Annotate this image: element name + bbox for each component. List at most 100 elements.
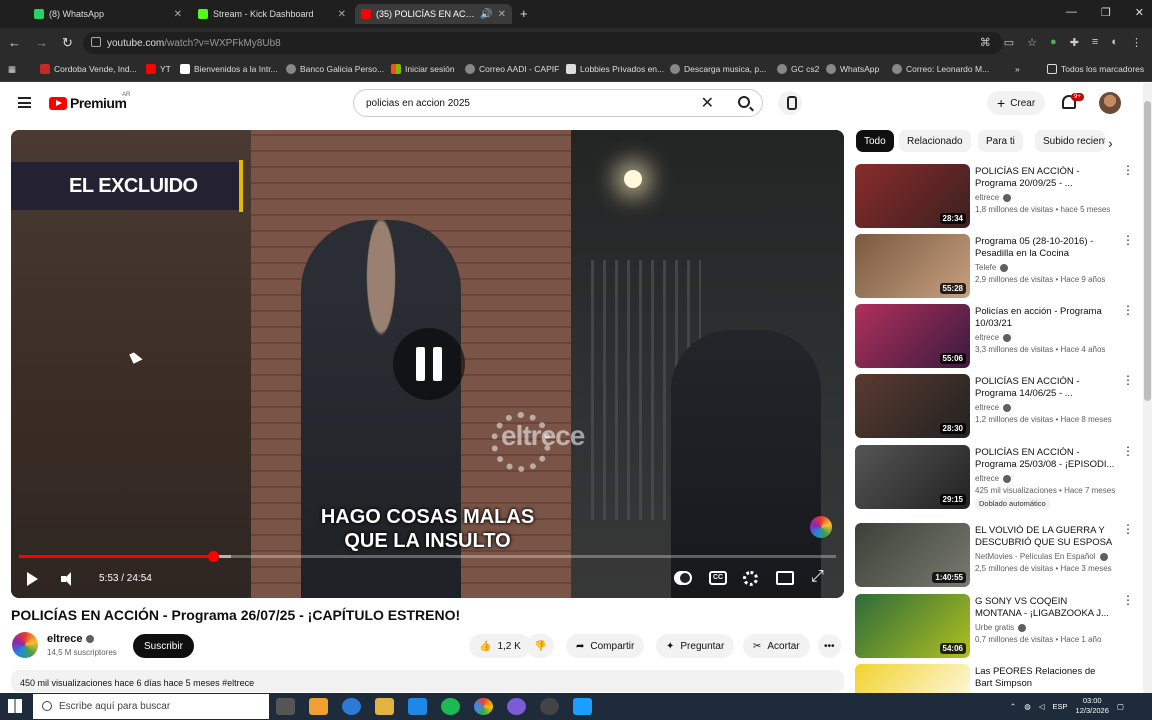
share-button[interactable]: ➦ Compartir xyxy=(566,634,645,658)
file-explorer-icon[interactable] xyxy=(375,698,394,715)
avatar[interactable] xyxy=(1099,92,1121,114)
clock[interactable]: 03:00 12/3/2026 xyxy=(1076,696,1109,716)
pause-icon[interactable] xyxy=(393,328,465,400)
maximize-icon[interactable]: ❐ xyxy=(1101,6,1111,19)
puzzle-icon[interactable]: ✚ xyxy=(1070,36,1079,49)
tab-youtube[interactable]: (35) POLICÍAS EN ACCIÓN 🔊 ✕ xyxy=(355,4,512,24)
more-vert-icon[interactable]: ⋮ xyxy=(1122,374,1134,386)
close-tab-icon[interactable]: ✕ xyxy=(174,9,182,20)
chip-para-ti[interactable]: Para ti xyxy=(978,130,1023,152)
bookmark-item[interactable]: WhatsApp xyxy=(826,64,879,74)
windows-start-icon[interactable] xyxy=(8,699,22,713)
language-indicator[interactable]: ESP xyxy=(1053,702,1068,711)
bookmark-item[interactable]: Iniciar sesión xyxy=(391,64,455,74)
back-icon[interactable]: ← xyxy=(8,35,21,51)
bookmark-item[interactable]: YT xyxy=(146,64,171,74)
widgets-icon[interactable] xyxy=(309,698,328,715)
url-field[interactable]: youtube.com/watch?v=WXPFkMy8Ub8 xyxy=(83,32,1003,54)
miniplayer-icon[interactable] xyxy=(776,571,794,585)
translate-icon[interactable]: ⌘ xyxy=(980,36,991,49)
microphone-icon[interactable] xyxy=(778,91,802,115)
forward-icon[interactable]: → xyxy=(35,35,48,51)
notifications-icon[interactable]: ▢ xyxy=(1117,702,1124,711)
settings-gear-icon[interactable] xyxy=(743,571,758,586)
recommendation-item[interactable]: 55:28 Programa 05 (28-10-2016) - Pesadil… xyxy=(855,234,1134,300)
subscribe-button[interactable]: Suscribir xyxy=(133,634,194,658)
chevron-right-icon[interactable]: › xyxy=(1108,135,1113,151)
chip-relacionado[interactable]: Relacionado xyxy=(899,130,971,152)
mail-icon[interactable] xyxy=(408,698,427,715)
scrubber-handle[interactable] xyxy=(207,551,219,562)
video-player[interactable]: EL EXCLUIDO eltrece HAGO COSAS MALAS QUE… xyxy=(11,130,844,598)
profile-icon[interactable]: ◐ xyxy=(1111,36,1118,49)
new-tab-button[interactable]: + xyxy=(520,6,528,21)
more-vert-icon[interactable]: ⋮ xyxy=(1122,445,1134,457)
fullscreen-icon[interactable] xyxy=(809,568,827,586)
recommendation-item[interactable]: 1:40:55 EL VOLVIÓ DE LA GUERRA Y DESCUBR… xyxy=(855,523,1134,589)
more-vert-icon[interactable]: ⋮ xyxy=(1122,234,1134,246)
recommendation-item[interactable]: 54:06 G SONY VS COQEIN MONTANA - ¡LIGABZ… xyxy=(855,594,1134,660)
tab-kick[interactable]: Stream - Kick Dashboard ✕ xyxy=(192,4,352,24)
recommendation-item[interactable]: 55:06 Policías en acción - Programa 10/0… xyxy=(855,304,1134,370)
channel-name[interactable]: eltrece xyxy=(47,633,95,645)
spotify-icon[interactable] xyxy=(441,698,460,715)
dislike-button[interactable]: 👎 xyxy=(526,634,555,658)
recommendation-item[interactable]: 28:30 POLICÍAS EN ACCIÓN - Programa 14/0… xyxy=(855,374,1134,440)
volume-icon[interactable] xyxy=(61,572,77,586)
recommendation-item[interactable]: 28:34 POLICÍAS EN ACCIÓN - Programa 20/0… xyxy=(855,164,1134,230)
bookmark-item[interactable]: Lobbies Privados en... xyxy=(566,64,664,74)
all-bookmarks[interactable]: Todos los marcadores xyxy=(1047,64,1144,74)
media-icon[interactable]: ≡ xyxy=(1092,36,1098,49)
close-window-icon[interactable]: ✕ xyxy=(1135,6,1144,19)
youtube-logo[interactable]: Premium xyxy=(49,95,127,111)
extension-green-icon[interactable]: ● xyxy=(1050,36,1057,49)
taskbar-search-input[interactable]: Escribe aquí para buscar xyxy=(33,694,269,719)
ask-button[interactable]: ✦ Preguntar xyxy=(656,634,735,658)
play-icon[interactable] xyxy=(27,572,38,586)
chip-todo[interactable]: Todo xyxy=(856,130,894,152)
audio-icon[interactable]: 🔊 xyxy=(480,9,492,20)
more-vert-icon[interactable]: ⋮ xyxy=(1122,523,1134,535)
tab-whatsapp[interactable]: (8) WhatsApp ✕ xyxy=(28,4,188,24)
autoplay-toggle[interactable] xyxy=(674,571,692,585)
minimize-icon[interactable]: — xyxy=(1066,6,1077,19)
volume-tray-icon[interactable]: ◁ xyxy=(1039,702,1045,711)
star-icon[interactable]: ☆ xyxy=(1027,36,1037,49)
search-icon[interactable] xyxy=(738,96,750,108)
bookmark-item[interactable]: Cordoba Vende, Ind... xyxy=(40,64,137,74)
description-box[interactable]: 450 mil visualizaciones hace 6 días hace… xyxy=(11,670,844,692)
obs-icon[interactable] xyxy=(540,698,559,715)
bookmark-item[interactable]: Bienvenidos a la Intr... xyxy=(180,64,278,74)
apps-grid-icon[interactable]: ▦ xyxy=(8,64,16,75)
cast-icon[interactable]: ▭ xyxy=(1004,36,1014,49)
clip-button[interactable]: ✂ Acortar xyxy=(743,634,810,658)
network-icon[interactable]: ◍ xyxy=(1024,702,1031,711)
more-vert-icon[interactable]: ⋮ xyxy=(1122,304,1134,316)
site-info-icon[interactable] xyxy=(91,37,101,47)
steam-icon[interactable] xyxy=(573,698,592,715)
like-button[interactable]: 👍 1,2 K xyxy=(469,634,531,658)
create-button[interactable]: + Crear xyxy=(987,91,1046,115)
reload-icon[interactable]: ↻ xyxy=(62,35,73,51)
menu-icon[interactable]: ⋮ xyxy=(1131,36,1142,49)
more-vert-icon[interactable]: ⋮ xyxy=(1122,664,1125,676)
tray-chevron-icon[interactable]: ⌃ xyxy=(1010,702,1016,711)
discord-icon[interactable] xyxy=(507,698,526,715)
close-tab-icon[interactable]: ✕ xyxy=(338,9,346,20)
more-actions-button[interactable]: ••• xyxy=(818,634,841,658)
more-vert-icon[interactable]: ⋮ xyxy=(1122,164,1134,176)
edge-icon[interactable] xyxy=(342,698,361,715)
menu-hamburger-icon[interactable] xyxy=(18,97,31,108)
bookmark-item[interactable]: Correo: Leonardo M... xyxy=(892,64,989,74)
bookmark-item[interactable]: Banco Galicia Perso... xyxy=(286,64,384,74)
bookmark-item[interactable]: GC cs2 xyxy=(777,64,819,74)
chip-subido[interactable]: Subido recientemente xyxy=(1035,130,1105,152)
chrome-icon[interactable] xyxy=(474,698,493,715)
clear-search-icon[interactable]: ✕ xyxy=(701,93,714,113)
channel-avatar[interactable] xyxy=(12,632,38,658)
page-scrollbar[interactable] xyxy=(1143,83,1152,693)
search-input[interactable]: policias en accion 2025 ✕ xyxy=(353,89,763,117)
bookmark-item[interactable]: Correo AADI - CAPIF xyxy=(465,64,559,74)
progress-bar[interactable] xyxy=(19,551,836,562)
captions-icon[interactable]: CC xyxy=(709,571,727,585)
